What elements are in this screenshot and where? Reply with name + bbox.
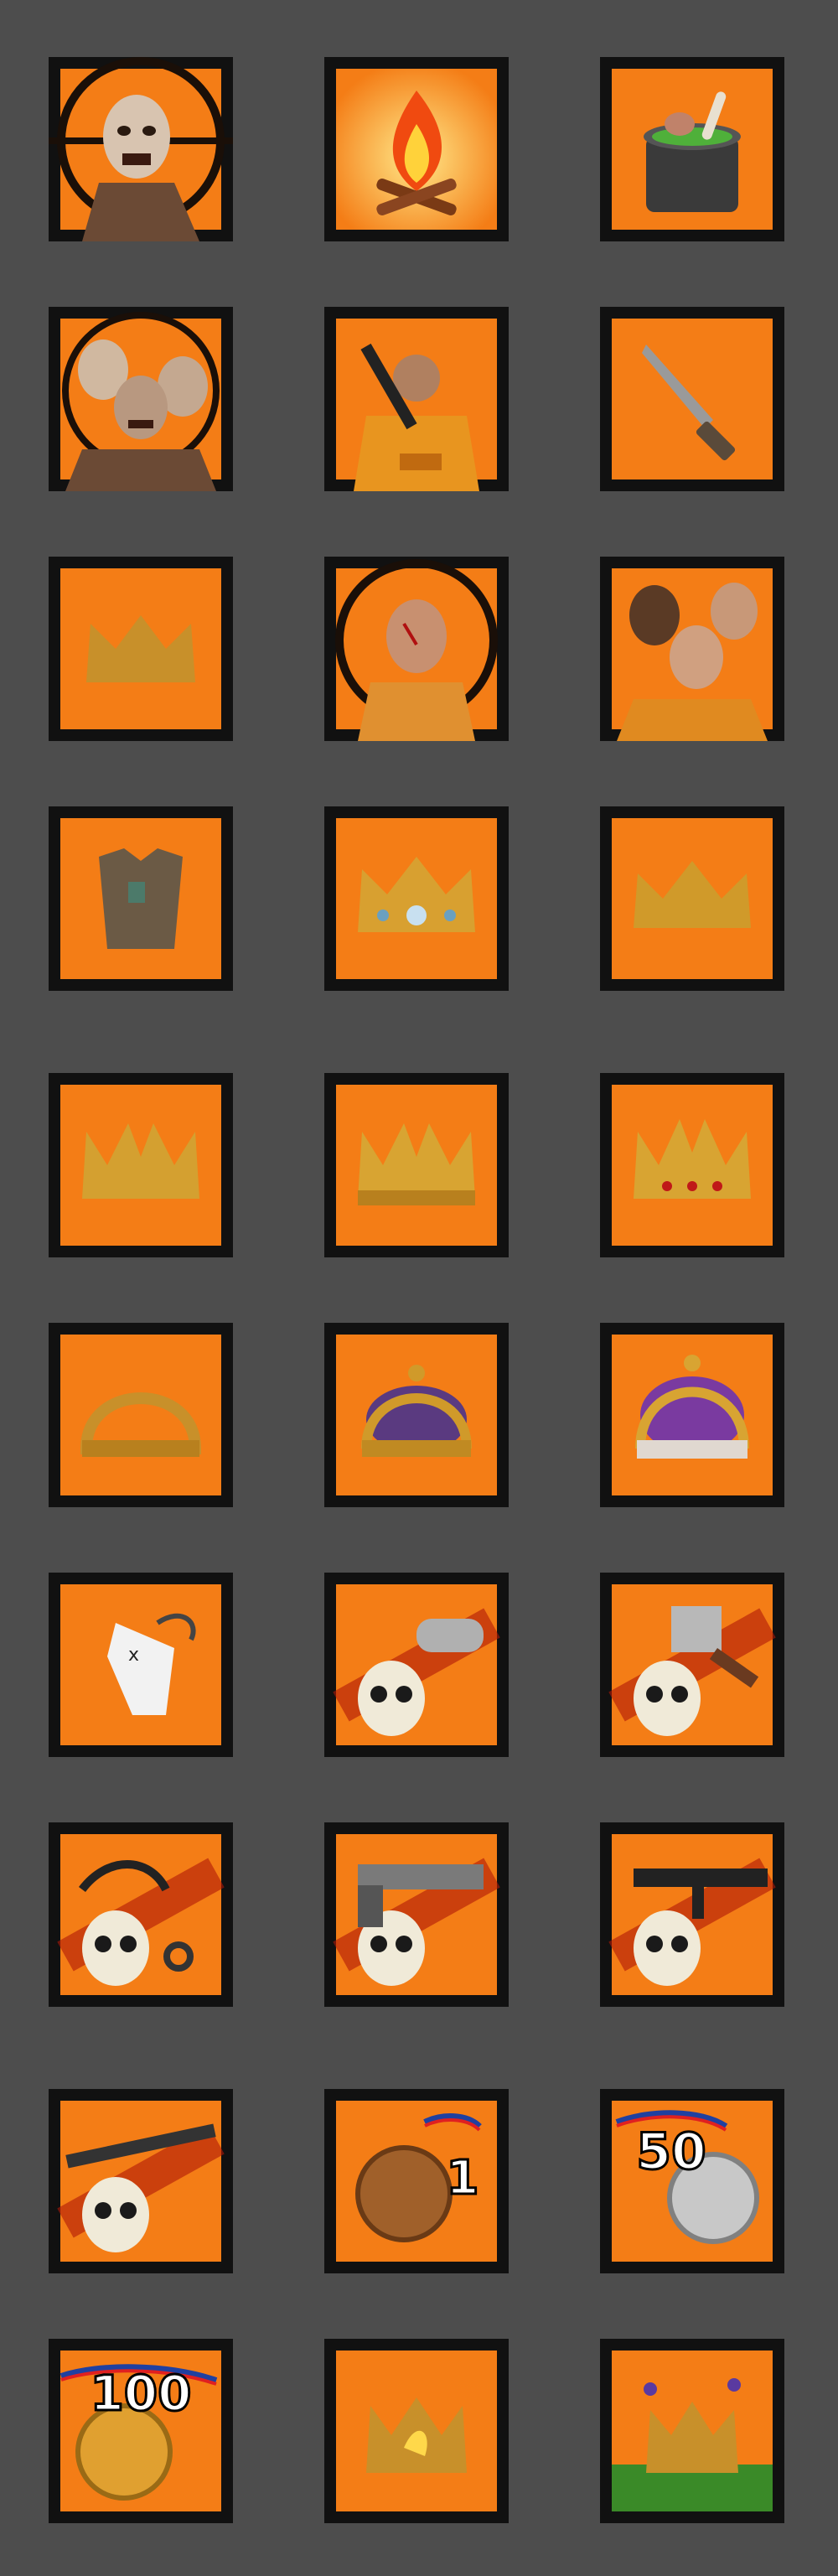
royal-crown-icon[interactable]: [324, 1323, 509, 1507]
silver-medal-icon[interactable]: 50: [600, 2089, 784, 2273]
icon-grid: x 1 50 100: [0, 0, 838, 2576]
skull-karambit-icon[interactable]: [49, 1822, 233, 2007]
dead-goat-icon[interactable]: x: [49, 1573, 233, 1757]
medal-count: 50: [636, 2122, 706, 2181]
crown-in-grass-icon[interactable]: [600, 2339, 784, 2523]
prisoner-with-rifle-icon[interactable]: [324, 307, 509, 491]
medal-count: 100: [90, 2365, 191, 2422]
spiked-crown-icon[interactable]: [49, 1073, 233, 1257]
campfire-icon[interactable]: [324, 57, 509, 241]
ornate-crown-icon[interactable]: [324, 1073, 509, 1257]
skull-brass-knuckles-icon[interactable]: [324, 1573, 509, 1757]
skull-rifle-icon[interactable]: [49, 2089, 233, 2273]
jeweled-crown-icon[interactable]: [324, 806, 509, 991]
ragged-shirt-icon[interactable]: [49, 806, 233, 991]
gold-medal-icon[interactable]: 100: [49, 2339, 233, 2523]
prisoner-group-icon[interactable]: [600, 557, 784, 741]
skull-pistol-icon[interactable]: [324, 1822, 509, 2007]
broken-crown-icon[interactable]: [49, 557, 233, 741]
golden-crown-icon[interactable]: [600, 806, 784, 991]
cooking-pot-icon[interactable]: [600, 57, 784, 241]
skull-smg-icon[interactable]: [600, 1822, 784, 2007]
purple-royal-crown-icon[interactable]: [600, 1323, 784, 1507]
zombie-prisoner-icon[interactable]: [49, 57, 233, 241]
bronze-medal-icon[interactable]: 1: [324, 2089, 509, 2273]
medal-count: 1: [447, 2151, 479, 2205]
jeweled-spiked-crown-icon[interactable]: [600, 1073, 784, 1257]
wounded-prisoner-icon[interactable]: [324, 557, 509, 741]
zombie-horde-icon[interactable]: [49, 307, 233, 491]
knife-icon[interactable]: [600, 307, 784, 491]
skull-cleaver-icon[interactable]: [600, 1573, 784, 1757]
burning-crown-icon[interactable]: [324, 2339, 509, 2523]
svg-text:x: x: [128, 1645, 139, 1666]
arched-crown-icon[interactable]: [49, 1323, 233, 1507]
